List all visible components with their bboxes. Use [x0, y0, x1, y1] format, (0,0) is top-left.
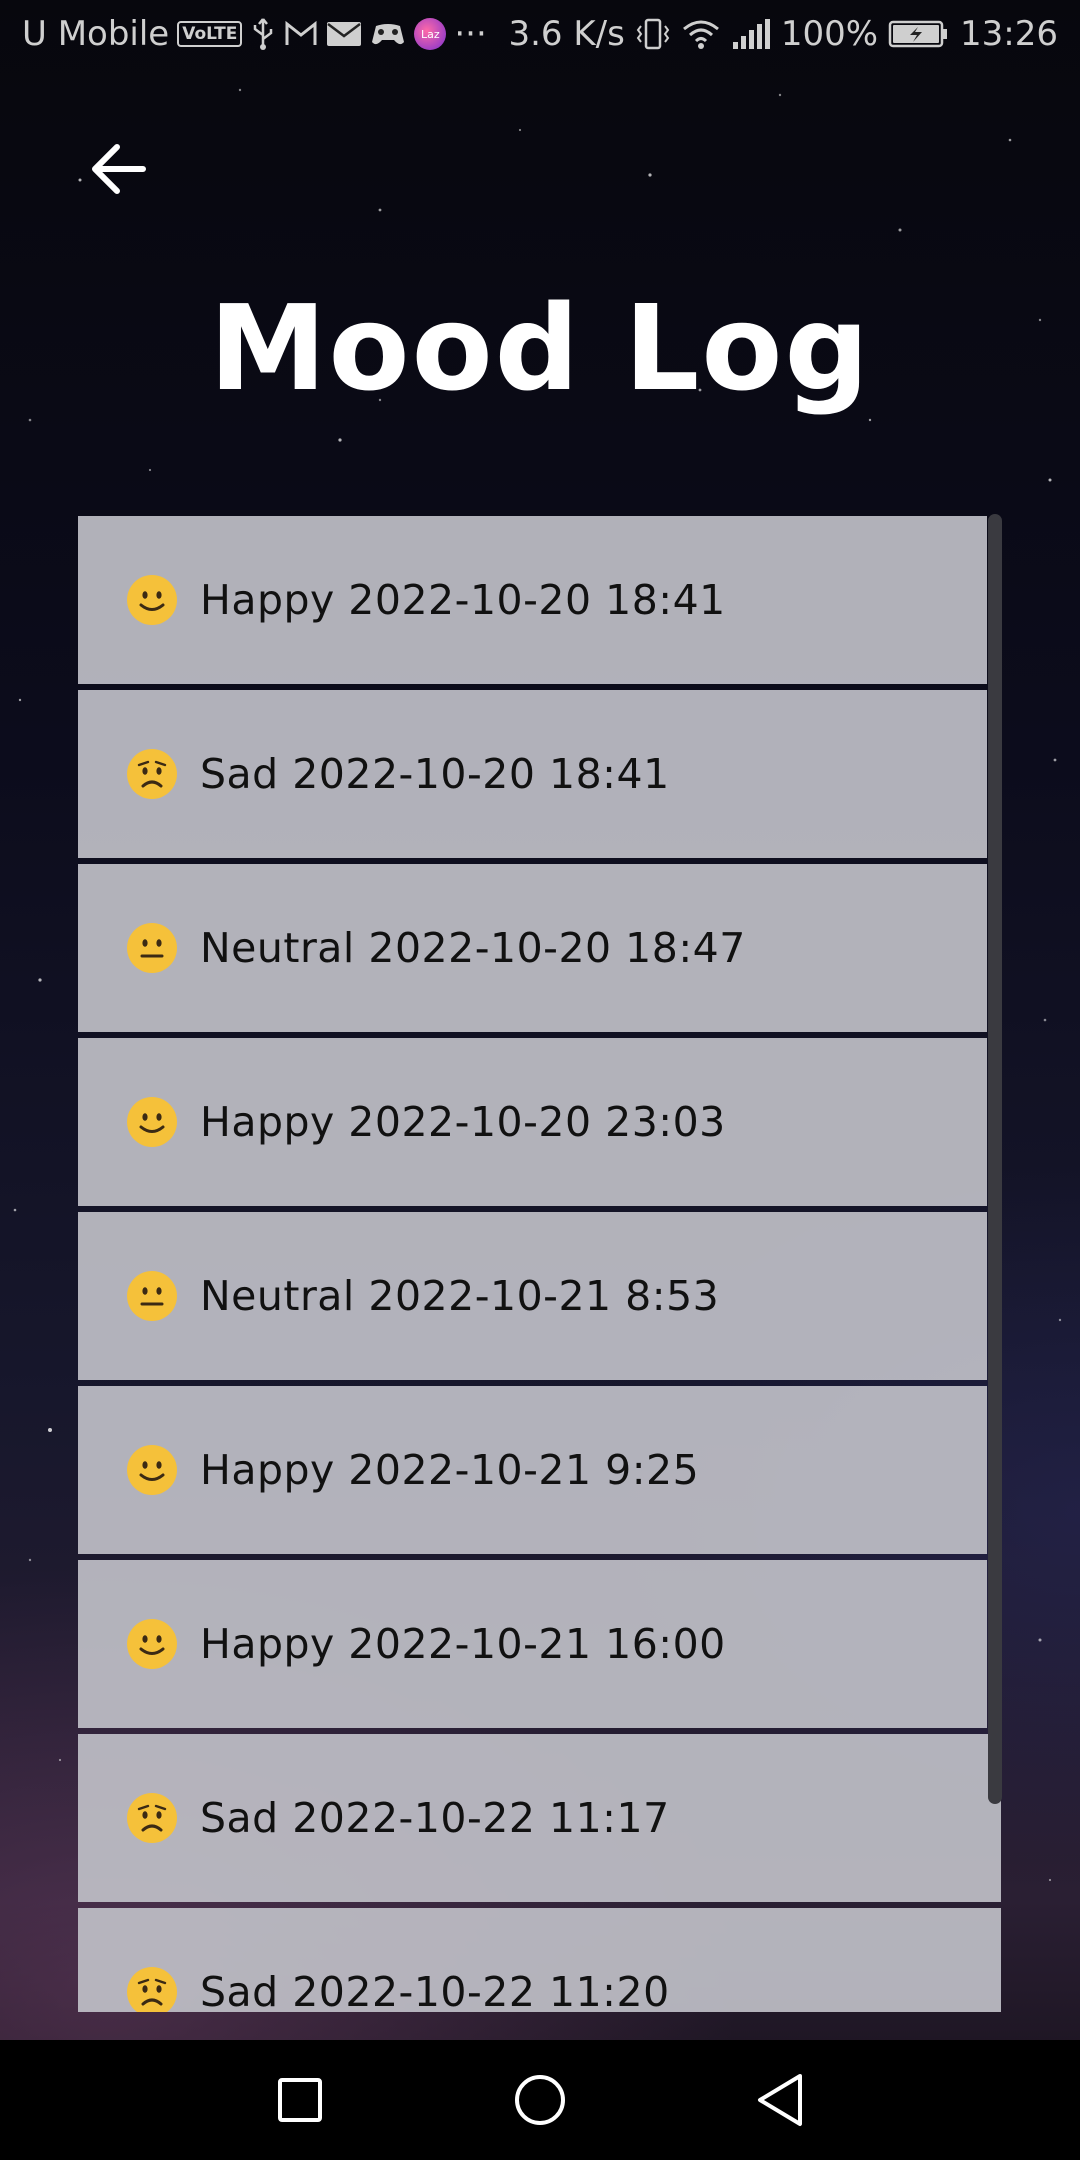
mood-list-item[interactable]: Happy 2022-10-21 9:25 — [78, 1386, 987, 1554]
status-right: 3.6 K/s 100% 13:26 — [508, 14, 1058, 54]
arrow-left-icon — [92, 144, 146, 194]
mood-entry-label: Sad 2022-10-20 18:41 — [200, 750, 670, 798]
lazada-icon: Laz — [414, 18, 447, 50]
mood-entry-label: Sad 2022-10-22 11:20 — [200, 1968, 670, 2012]
signal-icon — [731, 18, 771, 50]
mail-icon — [326, 20, 362, 48]
recent-apps-button[interactable] — [260, 2060, 340, 2140]
sad-face-icon — [127, 749, 177, 799]
mood-list-item[interactable]: Happy 2022-10-20 23:03 — [78, 1038, 987, 1206]
back-nav-button[interactable] — [740, 2060, 820, 2140]
screen: U Mobile VoLTE Laz ··· 3.6 K/s 100% 13:2… — [0, 0, 1080, 2160]
mood-entry-label: Sad 2022-10-22 11:17 — [200, 1794, 670, 1842]
wifi-icon — [681, 17, 721, 51]
sad-face-icon — [127, 1967, 177, 2012]
network-speed: 3.6 K/s — [508, 14, 625, 54]
game-icon — [370, 20, 406, 48]
more-notifications: ··· — [454, 14, 487, 54]
navigation-bar — [0, 2040, 1080, 2160]
mood-entry-label: Happy 2022-10-20 23:03 — [200, 1098, 726, 1146]
carrier-label: U Mobile — [22, 14, 170, 54]
home-button[interactable] — [500, 2060, 580, 2140]
vibrate-icon — [635, 17, 671, 51]
happy-face-icon — [127, 1097, 177, 1147]
battery-percent: 100% — [780, 14, 879, 54]
mood-list-item[interactable]: Sad 2022-10-22 11:17 — [78, 1734, 1001, 1902]
mood-entry-label: Neutral 2022-10-20 18:47 — [200, 924, 746, 972]
neutral-face-icon — [127, 1271, 177, 1321]
mood-list-item[interactable]: Sad 2022-10-22 11:20 — [78, 1908, 1001, 2012]
mood-list-item[interactable]: Neutral 2022-10-21 8:53 — [78, 1212, 987, 1380]
page-title: Mood Log — [209, 279, 871, 417]
clock: 13:26 — [960, 14, 1058, 54]
battery-charging-icon — [888, 19, 950, 49]
mood-entry-label: Neutral 2022-10-21 8:53 — [200, 1272, 720, 1320]
square-icon — [278, 2078, 322, 2122]
mood-list-item[interactable]: Happy 2022-10-21 16:00 — [78, 1560, 987, 1728]
mood-entry-label: Happy 2022-10-21 16:00 — [200, 1620, 726, 1668]
sad-face-icon — [127, 1793, 177, 1843]
status-bar: U Mobile VoLTE Laz ··· 3.6 K/s 100% 13:2… — [0, 0, 1080, 76]
happy-face-icon — [127, 575, 177, 625]
circle-icon — [515, 2075, 565, 2125]
status-left: U Mobile VoLTE Laz ··· — [22, 14, 487, 54]
mood-list[interactable]: Happy 2022-10-20 18:41 Sad 2022-10-20 18:… — [78, 516, 1001, 2012]
happy-face-icon — [127, 1619, 177, 1669]
volte-badge: VoLTE — [177, 21, 243, 47]
gmail-icon — [284, 20, 318, 48]
neutral-face-icon — [127, 923, 177, 973]
back-button[interactable] — [86, 136, 152, 202]
scrollbar[interactable] — [988, 514, 1002, 1804]
mood-entry-label: Happy 2022-10-21 9:25 — [200, 1446, 700, 1494]
happy-face-icon — [127, 1445, 177, 1495]
mood-list-item[interactable]: Happy 2022-10-20 18:41 — [78, 516, 987, 684]
mood-entry-label: Happy 2022-10-20 18:41 — [200, 576, 726, 624]
mood-list-item[interactable]: Sad 2022-10-20 18:41 — [78, 690, 987, 858]
usb-icon — [250, 17, 276, 51]
triangle-back-icon — [758, 2074, 802, 2126]
mood-list-item[interactable]: Neutral 2022-10-20 18:47 — [78, 864, 987, 1032]
